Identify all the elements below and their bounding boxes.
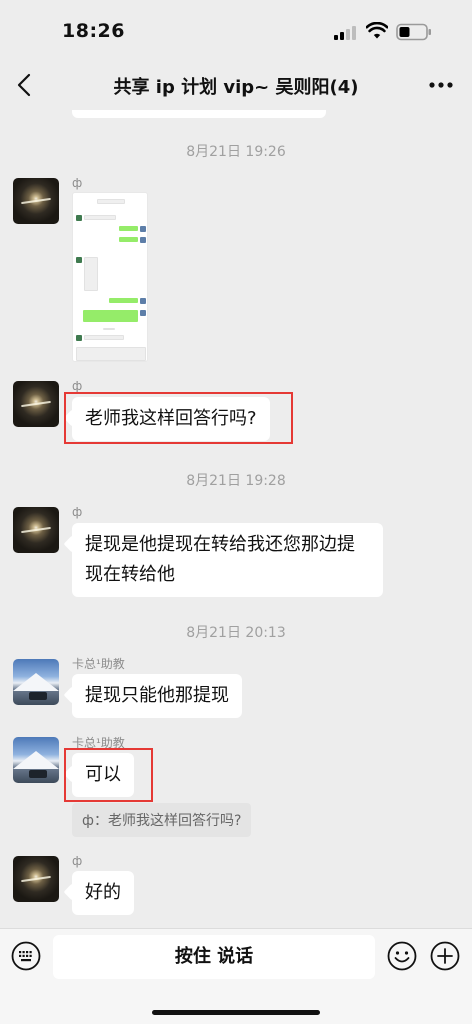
message-line: 现在转给他 [85,564,175,585]
highlight-box [64,392,293,444]
timestamp: 8月21日 20:13 [186,625,286,641]
plus-icon[interactable] [430,941,460,971]
sender-name: ф [72,379,83,393]
timestamp: 8月21日 19:28 [186,473,286,489]
status-time: 18:26 [62,20,125,42]
input-bar: 按住 说话 [0,928,472,1024]
back-button[interactable] [10,70,40,100]
avatar[interactable] [13,856,59,902]
avatar[interactable] [13,178,59,224]
sender-name: 卡总¹助教 [72,657,125,671]
previous-message-bubble [72,110,326,118]
message-bubble[interactable]: 提现只能他那提现 [72,674,242,718]
avatar[interactable] [13,381,59,427]
wifi-icon [366,22,388,39]
keyboard-icon[interactable] [11,941,41,971]
home-indicator [152,1010,320,1015]
sender-name: ф [72,505,83,519]
message-bubble[interactable]: 好的 [72,871,134,915]
hold-to-talk-button[interactable]: 按住 说话 [53,935,375,979]
nav-bar: 共享 ip 计划 vip~ 吴则阳(4) [0,60,472,110]
chat-area[interactable]: 8月21日 19:26 ф ф 老师我这样回答行吗? 8月21日 19:28 ф… [0,110,472,928]
sender-name: ф [72,176,83,190]
message-bubble[interactable]: 提现是他提现在转给我还您那边提 现在转给他 [72,523,383,597]
image-message[interactable] [72,192,148,362]
status-bar: 18:26 [0,0,472,60]
avatar[interactable] [13,659,59,705]
message-line: 提现是他提现在转给我还您那边提 [85,534,355,555]
timestamp: 8月21日 19:26 [186,144,286,160]
avatar[interactable] [13,507,59,553]
more-options-button[interactable] [424,72,458,98]
cellular-signal-icon [334,24,360,40]
highlight-box [64,748,153,802]
sender-name: ф [72,854,83,868]
avatar[interactable] [13,737,59,783]
chat-title: 共享 ip 计划 vip~ 吴则阳(4) [113,77,359,98]
emoji-icon[interactable] [387,941,417,971]
battery-icon [396,23,431,41]
quoted-message[interactable]: ф：老师我这样回答行吗? [72,803,252,837]
